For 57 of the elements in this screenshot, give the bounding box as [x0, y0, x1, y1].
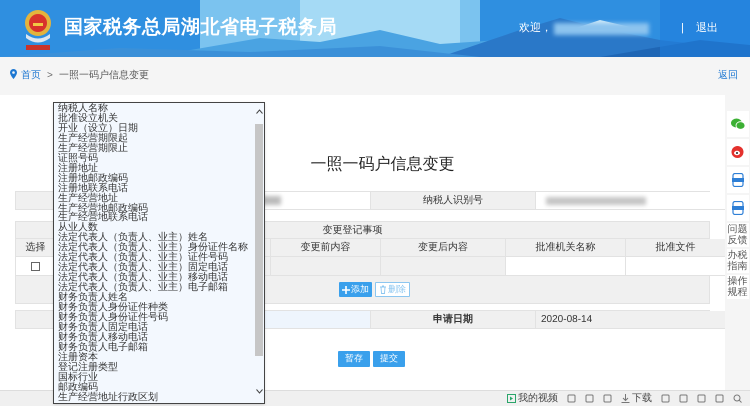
dropdown-option[interactable]: 开业（设立）日期: [58, 124, 254, 134]
dropdown-option[interactable]: 财务负责人移动电话: [58, 332, 254, 343]
column-header: 变更前内容: [271, 239, 381, 257]
welcome-text: 欢迎，: [519, 20, 552, 36]
dropdown-option[interactable]: 证照号码: [58, 154, 254, 164]
dropdown-option[interactable]: 生产经营期限止: [58, 144, 254, 154]
breadcrumb-link[interactable]: 首页: [21, 68, 41, 83]
back-link[interactable]: 返回: [718, 68, 738, 83]
scroll-down-icon[interactable]: [256, 389, 262, 394]
apply-date-value: 2020-08-14: [536, 311, 726, 329]
video-button[interactable]: 我的视频: [507, 391, 558, 406]
column-header: 批准文件: [626, 239, 726, 257]
dropdown-option[interactable]: 国标行业: [58, 372, 254, 383]
input-field[interactable]: [506, 257, 626, 276]
chat-bubbles-icon[interactable]: [730, 118, 744, 130]
dropdown-option[interactable]: 注册地联系电话: [58, 184, 254, 194]
side-link[interactable]: 问题反馈: [728, 224, 748, 246]
column-header: 变更后内容: [381, 239, 506, 257]
column-header: 选择: [16, 239, 56, 257]
dropdown-option[interactable]: 批准设立机关: [58, 114, 254, 124]
dropdown-option[interactable]: 注册地址: [58, 164, 254, 174]
logout-link[interactable]: 退出: [696, 20, 718, 37]
dropdown-option[interactable]: 生产经营期限起: [58, 134, 254, 144]
site-title: 国家税务总局湖北省电子税务局: [64, 16, 337, 40]
dropdown-option[interactable]: 生产经营地址: [58, 194, 254, 204]
phone-icon[interactable]: [732, 201, 744, 215]
plus-icon: [342, 286, 350, 294]
scroll-up-icon[interactable]: [256, 109, 262, 114]
scrollbar-thumb[interactable]: [255, 124, 263, 356]
side-link[interactable]: 操作规程: [728, 276, 748, 298]
location-pin-icon: [10, 69, 17, 79]
search-icon[interactable]: [733, 394, 742, 403]
dropdown-option[interactable]: 财务负责人身份证件号码: [58, 313, 254, 323]
dropdown-option[interactable]: 生产经营地邮政编码: [58, 204, 254, 214]
download-button[interactable]: 下载: [621, 391, 652, 406]
phone-icon[interactable]: [732, 173, 744, 187]
breadcrumb-separator: >: [47, 69, 53, 83]
side-link[interactable]: 办税指南: [728, 250, 748, 272]
dropdown-option[interactable]: 生产经营地址行政区划: [58, 392, 254, 403]
checkbox[interactable]: [31, 262, 40, 270]
apply-date-label: 申请日期: [371, 311, 536, 329]
dropdown-option[interactable]: 财务负责人电子邮箱: [58, 342, 254, 353]
column-header: 批准机关名称: [506, 239, 626, 257]
dropdown-option[interactable]: 登记注册类型: [58, 362, 254, 373]
eye-logo-icon[interactable]: [731, 146, 744, 158]
dropdown-option[interactable]: 纳税人名称: [58, 104, 254, 114]
dropdown-option[interactable]: 财务负责人固定电话: [58, 322, 254, 333]
download-icon: [621, 394, 630, 403]
page-title: 一照一码户信息变更: [310, 155, 454, 175]
dropdown-option[interactable]: 邮政编码: [58, 382, 254, 393]
separator-text: |: [681, 21, 684, 36]
dropdown-option[interactable]: 注册地邮政编码: [58, 174, 254, 184]
breadcrumb-link[interactable]: 一照一码户信息变更: [58, 68, 149, 83]
trash-icon: [379, 285, 387, 294]
dropdown-option[interactable]: 注册资本: [58, 352, 254, 363]
taxpayer-id-label: 纳税人识别号: [371, 192, 536, 210]
play-icon: [507, 394, 516, 403]
